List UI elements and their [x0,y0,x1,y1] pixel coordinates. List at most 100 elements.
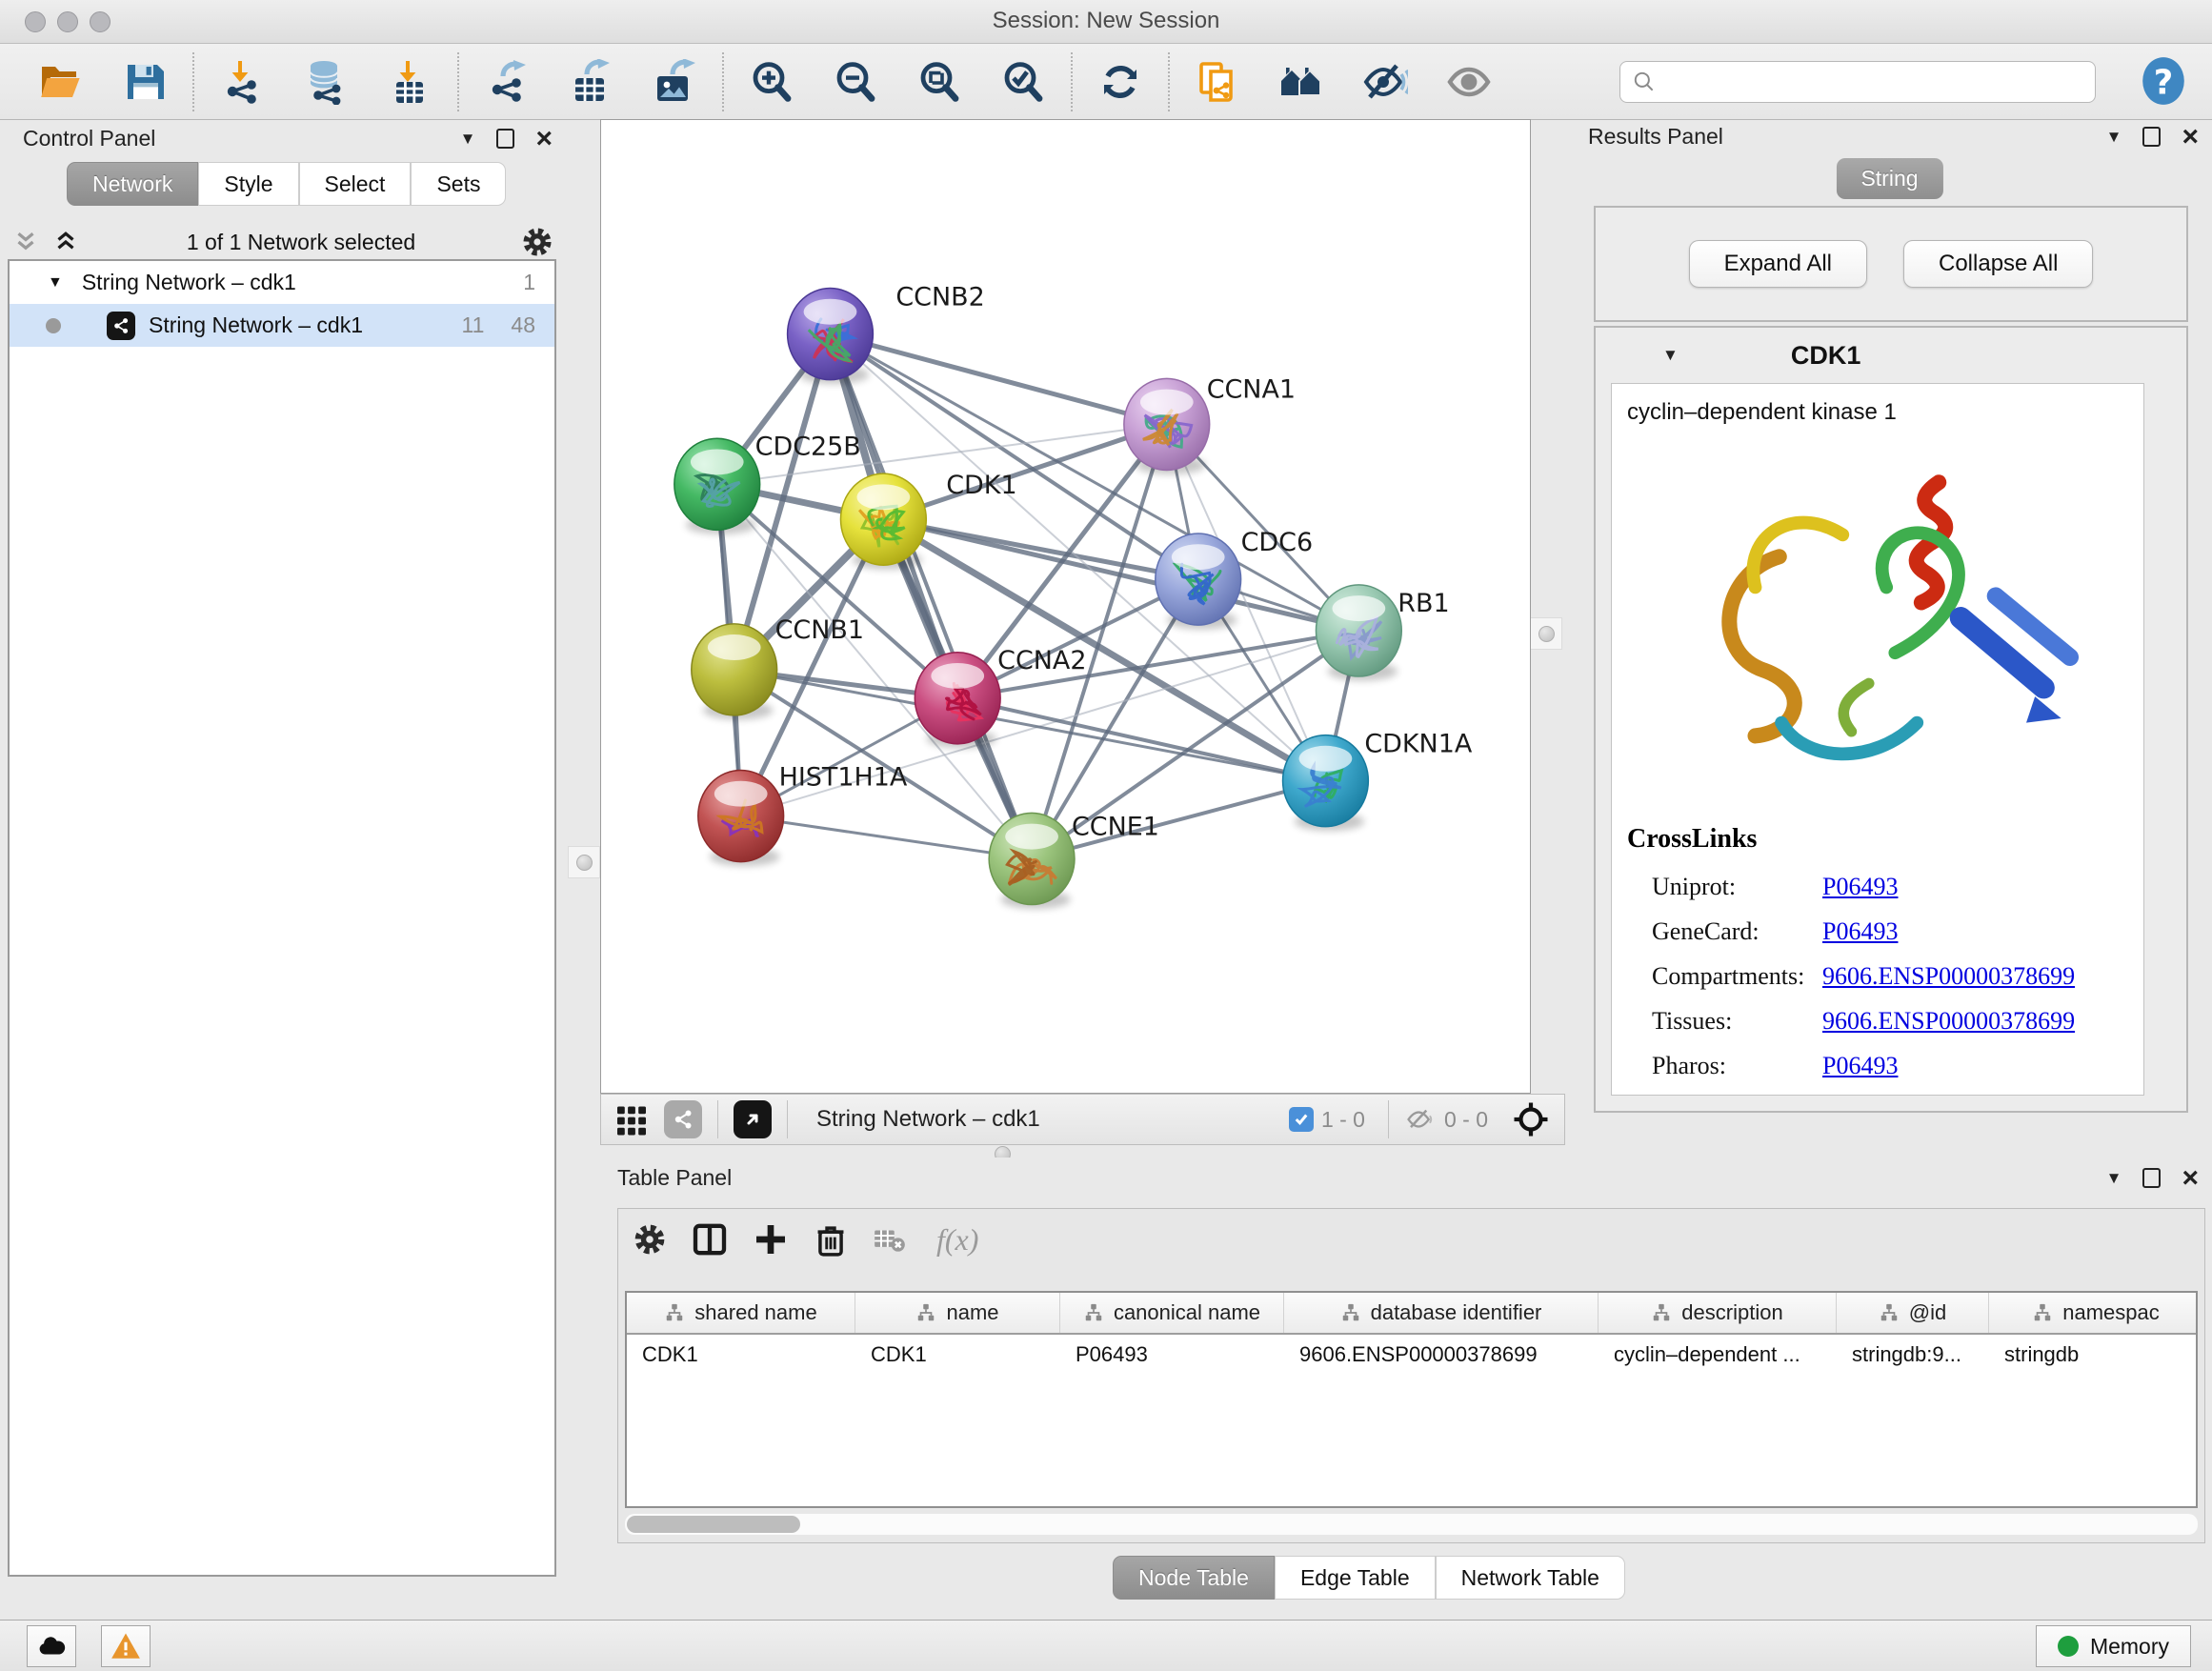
results-panel-collapse-icon[interactable]: ▼ [2106,128,2122,147]
import-table-file-icon[interactable] [387,59,432,105]
crosslink-label: Compartments: [1627,962,1822,991]
crosslink-link[interactable]: 9606.ENSP00000378699 [1822,962,2075,991]
network-edge[interactable] [1032,424,1167,858]
table-panel-close-icon[interactable]: × [2182,1169,2199,1188]
zoom-out-icon[interactable] [833,59,878,105]
table-row[interactable]: CDK1CDK1P064939606.ENSP00000378699cyclin… [627,1335,2196,1375]
network-node-cdkn1a[interactable]: CDKN1A [1283,730,1473,831]
crosslink-link[interactable]: P06493 [1822,1052,1898,1080]
gene-section-collapse-icon[interactable]: ▼ [1662,346,1679,365]
collapse-all-button[interactable]: Collapse All [1903,240,2093,288]
birds-eye-view-icon[interactable] [734,1100,772,1138]
table-cell[interactable]: P06493 [1060,1342,1284,1367]
gear-icon[interactable] [520,225,554,259]
tab-select[interactable]: Select [299,162,412,206]
tab-edge-table[interactable]: Edge Table [1275,1556,1436,1600]
tab-style[interactable]: Style [198,162,298,206]
tab-node-table[interactable]: Node Table [1113,1556,1275,1600]
cloud-button[interactable] [27,1625,76,1667]
network-row-selected[interactable]: String Network – cdk1 11 48 [10,304,554,347]
memory-button[interactable]: Memory [2036,1625,2191,1667]
fit-crosshair-icon[interactable] [1511,1099,1551,1139]
window-title: Session: New Session [0,8,2212,34]
results-panel-float-icon[interactable] [2142,127,2161,147]
control-panel-close-icon[interactable]: × [535,130,553,149]
left-splitter-handle[interactable] [568,846,600,878]
node-table[interactable]: shared namenamecanonical namedatabase id… [625,1291,2198,1508]
search-input[interactable] [1657,70,2066,94]
grid-view-icon[interactable] [614,1102,649,1137]
column-header-shared-name[interactable]: shared name [627,1293,855,1333]
open-session-icon[interactable] [38,59,84,105]
table-cell[interactable]: stringdb:9... [1837,1342,1989,1367]
tree-expand-icon[interactable]: ▼ [48,274,63,292]
network-node-ccna2[interactable]: CCNA2 [915,646,1086,748]
export-network-icon[interactable] [484,59,530,105]
warnings-button[interactable] [101,1625,151,1667]
table-panel-collapse-icon[interactable]: ▼ [2106,1169,2122,1188]
network-node-rb1[interactable]: RB1 [1316,585,1449,681]
results-panel-close-icon[interactable]: × [2182,128,2199,147]
home-icon[interactable] [1278,59,1324,105]
table-cell[interactable]: stringdb [1989,1342,2198,1367]
show-columns-icon[interactable] [691,1220,729,1258]
save-session-icon[interactable] [122,59,168,105]
export-table-icon[interactable] [568,59,613,105]
delete-column-icon[interactable] [813,1221,849,1258]
network-edge[interactable] [741,816,1032,859]
network-node-hist1h1a[interactable]: HIST1H1A [698,763,908,866]
network-canvas[interactable]: CCNB2CCNA1CDC25BCDK1CDC6RB1CCNB1CCNA2CDK… [600,119,1531,1094]
network-node-cdc25b[interactable]: CDC25B [674,432,861,534]
table-gear-icon[interactable] [632,1221,668,1258]
show-all-eye-icon[interactable] [1446,59,1492,105]
table-panel-float-icon[interactable] [2142,1168,2161,1188]
crosslink-link[interactable]: 9606.ENSP00000378699 [1822,1007,2075,1036]
tab-string[interactable]: String [1836,158,1942,199]
hide-selected-eye-slash-icon[interactable] [1362,59,1408,105]
crosslink-link[interactable]: P06493 [1822,917,1898,946]
network-node-cdk1[interactable]: CDK1 [840,471,1016,569]
tab-sets[interactable]: Sets [411,162,506,206]
column-header-canonical-name[interactable]: canonical name [1060,1293,1284,1333]
table-horizontal-scrollbar[interactable] [625,1514,2198,1535]
string-documents-icon[interactable] [1195,59,1240,105]
zoom-fit-icon[interactable] [916,59,962,105]
node-label: CDC25B [755,432,861,461]
search-box[interactable] [1619,61,2096,103]
column-header-name[interactable]: name [855,1293,1060,1333]
column-header-database-identifier[interactable]: database identifier [1284,1293,1599,1333]
import-network-database-icon[interactable] [303,59,349,105]
table-box: f(x) shared namenamecanonical namedataba… [617,1208,2205,1543]
export-image-icon[interactable] [652,59,697,105]
import-network-file-icon[interactable] [219,59,265,105]
tab-network[interactable]: Network [67,162,198,206]
refresh-icon[interactable] [1097,59,1143,105]
table-cell[interactable]: cyclin–dependent ... [1599,1342,1837,1367]
network-edge[interactable] [957,698,1325,781]
scrollbar-thumb[interactable] [627,1516,800,1533]
selected-checkbox-icon[interactable] [1289,1107,1314,1132]
network-collection-row[interactable]: ▼ String Network – cdk1 1 [10,261,554,304]
column-header-description[interactable]: description [1599,1293,1837,1333]
control-panel-float-icon[interactable] [496,129,514,149]
zoom-in-icon[interactable] [749,59,794,105]
network-node-ccna1[interactable]: CCNA1 [1124,374,1296,473]
tab-network-table[interactable]: Network Table [1436,1556,1625,1600]
table-cell[interactable]: 9606.ENSP00000378699 [1284,1342,1599,1367]
zoom-selected-icon[interactable] [1000,59,1046,105]
network-node-ccne1[interactable]: CCNE1 [989,813,1159,909]
column-header-namespac[interactable]: namespac [1989,1293,2198,1333]
control-panel-collapse-icon[interactable]: ▼ [460,130,476,149]
expand-all-chevrons-icon[interactable] [10,228,42,256]
column-header--id[interactable]: @id [1837,1293,1989,1333]
add-column-icon[interactable] [752,1220,790,1258]
expand-all-button[interactable]: Expand All [1689,240,1867,288]
table-cell[interactable]: CDK1 [855,1342,1060,1367]
table-cell[interactable]: CDK1 [627,1342,855,1367]
network-edge[interactable] [883,424,1166,519]
collapse-all-chevrons-icon[interactable] [50,228,82,256]
network-node-ccnb1[interactable]: CCNB1 [692,615,864,719]
help-icon[interactable]: ? [2140,55,2187,107]
network-share-view-icon[interactable] [664,1100,702,1138]
crosslink-link[interactable]: P06493 [1822,873,1898,901]
